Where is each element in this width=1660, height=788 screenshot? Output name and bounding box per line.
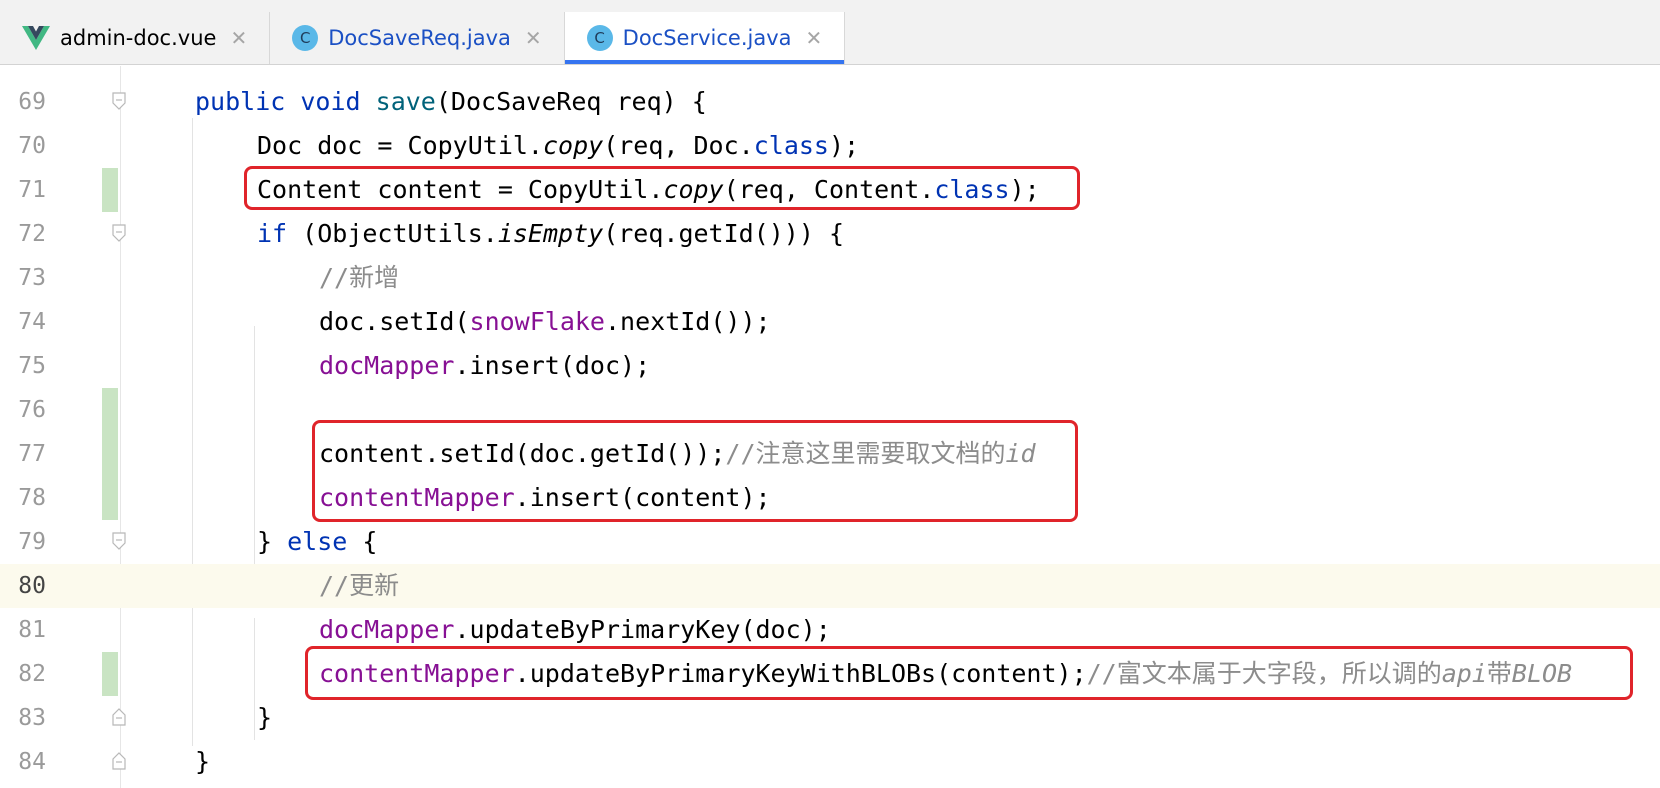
code-text: } [195,747,211,776]
code-text: public void save(DocSaveReq req) { [195,87,707,116]
vue-logo-icon [22,26,50,50]
code-text: } [257,703,273,732]
line-number: 84 [18,749,46,775]
line-number: 76 [18,397,46,423]
changed-line-marker [102,652,118,696]
code-line: 70 Doc doc = CopyUtil.copy(req, Doc.clas… [0,124,1660,168]
code-line: 74 doc.setId(snowFlake.nextId()); [0,300,1660,344]
code-line: 73 //新增 [0,256,1660,300]
line-number: 83 [18,705,46,731]
tab-admin-doc-vue[interactable]: admin-doc.vue ✕ [0,12,271,64]
fold-end-marker-icon[interactable] [112,708,126,726]
tab-docservice-java[interactable]: C DocService.java ✕ [564,12,846,64]
fold-marker-icon[interactable] [112,92,126,110]
line-number: 78 [18,485,46,511]
line-number: 70 [18,133,46,159]
close-icon[interactable]: ✕ [230,26,247,50]
line-number: 72 [18,221,46,247]
highlight-box-lines-77-78 [312,420,1078,522]
fold-end-marker-icon[interactable] [112,752,126,770]
java-class-icon: C [292,25,319,51]
tab-label: admin-doc.vue [60,26,217,50]
line-number: 79 [18,529,46,555]
tab-label: DocSaveReq.java [328,26,511,50]
code-text: if (ObjectUtils.isEmpty(req.getId())) { [257,219,845,248]
fold-marker-icon[interactable] [112,224,126,242]
close-icon[interactable]: ✕ [525,26,542,50]
line-number: 71 [18,177,46,203]
tab-docsavereq-java[interactable]: C DocSaveReq.java ✕ [270,12,565,64]
code-line: 83 } [0,696,1660,740]
code-line: 72 if (ObjectUtils.isEmpty(req.getId()))… [0,212,1660,256]
java-class-icon: C [586,25,613,51]
changed-line-marker [102,388,118,432]
changed-line-marker [102,168,118,212]
code-line-current: 80 //更新 [0,564,1660,608]
line-number: 75 [18,353,46,379]
code-editor: admin-doc.vue ✕ C DocSaveReq.java ✕ C Do… [0,0,1660,788]
code-text: docMapper.insert(doc); [319,351,651,380]
code-text: doc.setId(snowFlake.nextId()); [319,307,771,336]
code-area[interactable]: 69 public void save(DocSaveReq req) { 70… [0,66,1660,788]
code-line: 75 docMapper.insert(doc); [0,344,1660,388]
code-text: //新增 [319,263,400,292]
tab-label: DocService.java [622,26,792,50]
line-number: 73 [18,265,46,291]
line-number: 81 [18,617,46,643]
line-number: 74 [18,309,46,335]
highlight-box-line-71 [244,166,1080,210]
close-icon[interactable]: ✕ [806,26,823,50]
changed-line-marker [102,476,118,520]
line-number: 80 [18,573,46,599]
editor-tab-bar: admin-doc.vue ✕ C DocSaveReq.java ✕ C Do… [0,12,1660,65]
code-text: Doc doc = CopyUtil.copy(req, Doc.class); [257,131,860,160]
line-number: 69 [18,89,46,115]
changed-line-marker [102,432,118,476]
code-line: 79 } else { [0,520,1660,564]
code-text: //更新 [319,571,400,600]
line-number: 82 [18,661,46,687]
fold-marker-icon[interactable] [112,532,126,550]
code-line: 84 } [0,740,1660,784]
highlight-box-line-82 [305,646,1633,700]
code-line: 69 public void save(DocSaveReq req) { [0,80,1660,124]
code-text: } else { [257,527,378,556]
line-number: 77 [18,441,46,467]
